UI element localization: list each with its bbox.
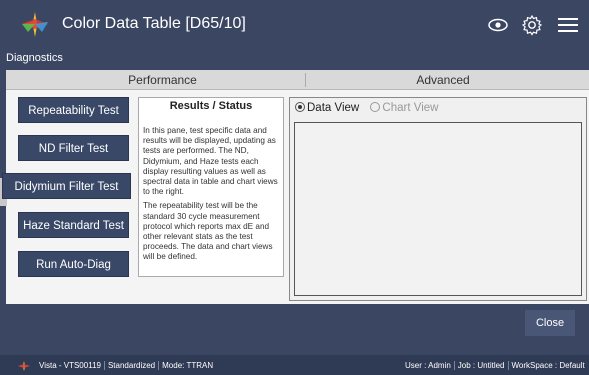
title-bar: Color Data Table [D65/10] [0, 0, 589, 50]
repeatability-test-button[interactable]: Repeatability Test [18, 97, 129, 123]
tab-advanced[interactable]: Advanced [305, 70, 581, 90]
status-mode: Mode: TTRAN [162, 361, 214, 370]
status-user: User : Admin [402, 361, 455, 370]
results-paragraph-1: In this pane, test specific data and res… [143, 126, 278, 197]
close-button[interactable]: Close [525, 310, 575, 336]
results-status-pane: Results / Status In this pane, test spec… [138, 97, 284, 277]
results-paragraph-2: The repeatability test will be the stand… [143, 201, 273, 262]
data-display-area [294, 122, 582, 296]
status-state: Standardized [104, 361, 160, 370]
status-workspace: WorkSpace : Default [511, 361, 585, 370]
view-pane: Data View Chart View [289, 97, 587, 301]
data-view-label[interactable]: Data View [307, 102, 359, 114]
status-logo-icon [18, 361, 30, 371]
action-bar [0, 306, 589, 340]
chart-view-radio[interactable] [370, 102, 381, 112]
run-auto-diag-button[interactable]: Run Auto-Diag [18, 251, 129, 277]
status-device: Vista - VTS00119 [36, 361, 105, 370]
app-logo-icon [22, 12, 48, 37]
data-view-radio[interactable] [295, 102, 305, 112]
hamburger-menu-icon[interactable] [557, 14, 579, 36]
status-right: User : Admin Job : Untitled WorkSpace : De… [402, 361, 589, 370]
status-job: Job : Untitled [454, 361, 509, 370]
status-bar: Vista - VTS00119 Standardized Mode: TTRAN … [0, 355, 589, 375]
gear-icon[interactable] [521, 14, 543, 36]
tab-bar: Performance Advanced [6, 70, 589, 90]
view-toggle: Data View Chart View [295, 102, 438, 114]
window-title: Color Data Table [D65/10] [62, 15, 246, 32]
haze-standard-test-button[interactable]: Haze Standard Test [18, 212, 129, 238]
chart-view-label[interactable]: Chart View [382, 102, 438, 114]
status-left: Vista - VTS00119 Standardized Mode: TTRAN [36, 361, 216, 370]
eye-icon[interactable] [487, 14, 509, 36]
nd-filter-test-button[interactable]: ND Filter Test [18, 135, 129, 161]
results-title: Results / Status [169, 100, 253, 112]
tab-performance[interactable]: Performance [20, 70, 305, 90]
page-subtitle: Diagnostics [6, 52, 63, 64]
didymium-filter-test-button[interactable]: Didymium Filter Test [2, 173, 131, 199]
